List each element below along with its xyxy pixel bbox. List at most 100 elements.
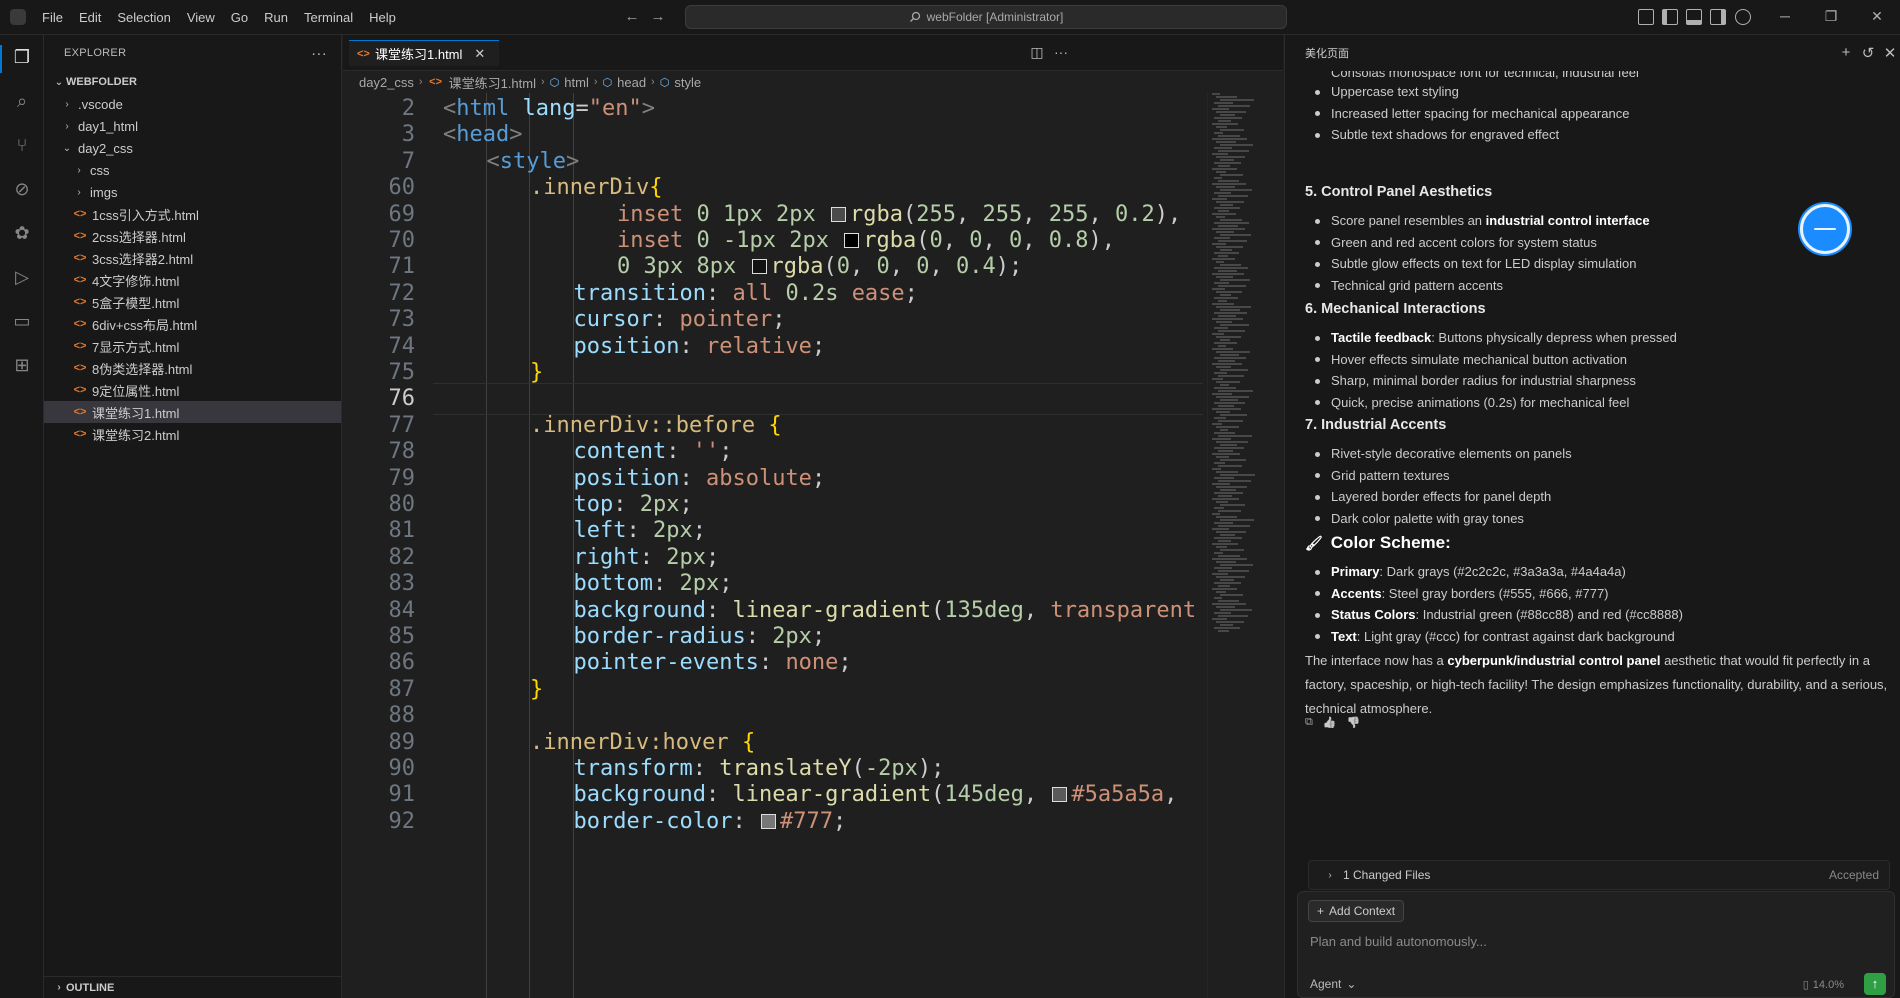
app-logo: [10, 9, 26, 25]
source-control-icon[interactable]: ⑂: [10, 133, 34, 157]
tree-file[interactable]: <> 1css引入方式.html: [44, 203, 341, 225]
explorer-icon[interactable]: ❐: [10, 45, 34, 69]
minimap-line: [1214, 132, 1223, 134]
toggle-secondary-sidebar-icon[interactable]: [1710, 9, 1726, 25]
minimap-line: [1216, 486, 1247, 488]
breadcrumb-item[interactable]: html: [564, 75, 589, 90]
minimap-line: [1220, 219, 1242, 221]
tree-folder[interactable]: › imgs: [44, 181, 341, 203]
tab-active-file[interactable]: <> 课堂练习1.html ✕: [349, 40, 499, 66]
add-context-button[interactable]: + Add Context: [1308, 900, 1405, 922]
minimap-line: [1220, 609, 1252, 611]
run-icon[interactable]: ⊘: [10, 177, 34, 201]
command-center[interactable]: webFolder [Administrator]: [685, 5, 1287, 29]
new-chat-icon[interactable]: +: [1837, 44, 1855, 61]
bullet-list: Rivet-style decorative elements on panel…: [1305, 443, 1891, 529]
tree-folder[interactable]: › css: [44, 159, 341, 181]
tree-file[interactable]: <> 4文字修饰.html: [44, 269, 341, 291]
breadcrumb-item[interactable]: head: [617, 75, 646, 90]
breadcrumb-item[interactable]: style: [674, 75, 701, 90]
minimap-line: [1214, 402, 1245, 404]
history-icon[interactable]: ↺: [1859, 44, 1877, 62]
minimap-line: [1216, 96, 1237, 98]
chevron-right-icon: ›: [1328, 869, 1332, 881]
list-item: Subtle text shadows for engraved effect: [1305, 124, 1891, 146]
send-button[interactable]: ↑: [1864, 973, 1886, 995]
menu-edit[interactable]: Edit: [71, 0, 109, 35]
forward-arrow-icon[interactable]: →: [648, 7, 668, 27]
minimap-line: [1220, 249, 1232, 251]
thumbs-up-icon[interactable]: 👍: [1323, 716, 1337, 729]
split-editor-icon[interactable]: ◫: [1028, 44, 1046, 61]
tree-file[interactable]: <> 8伪类选择器.html: [44, 357, 341, 379]
breadcrumb-item[interactable]: day2_css: [359, 75, 414, 90]
extensions-hub-icon[interactable]: ✿: [10, 221, 34, 245]
search-icon[interactable]: ⌕: [10, 89, 34, 113]
minimap-line: [1220, 279, 1250, 281]
menu-go[interactable]: Go: [223, 0, 256, 35]
minimap-line: [1216, 576, 1245, 578]
minimap[interactable]: [1207, 93, 1271, 998]
minimap-line: [1214, 387, 1236, 389]
toggle-sidebar-icon[interactable]: [1662, 9, 1678, 25]
outline-section[interactable]: › OUTLINE: [44, 976, 342, 998]
changed-files-summary[interactable]: › 1 Changed Files Accepted: [1308, 860, 1890, 890]
run-debug-icon[interactable]: ▷: [10, 265, 34, 289]
tree-item-label: css: [90, 162, 110, 178]
remote-explorer-icon[interactable]: ▭: [10, 309, 34, 333]
more-actions-icon[interactable]: ···: [311, 45, 327, 62]
menu-terminal[interactable]: Terminal: [296, 0, 361, 35]
more-actions-icon[interactable]: ···: [1052, 44, 1070, 60]
tree-file[interactable]: <> 2css选择器.html: [44, 225, 341, 247]
close-window-button[interactable]: ✕: [1854, 0, 1900, 35]
minimap-line: [1212, 453, 1240, 455]
tree-folder[interactable]: › day1_html: [44, 115, 341, 137]
minimap-line: [1216, 141, 1236, 143]
menu-run[interactable]: Run: [256, 0, 296, 35]
truncated-list-item: Consolas monospace font for technical, i…: [1331, 71, 1639, 80]
tree-file[interactable]: <> 6div+css布局.html: [44, 313, 341, 335]
minimap-line: [1214, 477, 1234, 479]
tab-label: 课堂练习1.html: [375, 47, 463, 62]
workspace-folder[interactable]: ⌄ WEBFOLDER: [44, 71, 341, 93]
minimap-line: [1212, 543, 1238, 545]
code-editor[interactable]: 2 <html lang="en"> 3 <head> 7 <style> 60 .inner…: [343, 93, 1203, 998]
thumbs-down-icon[interactable]: 👎: [1347, 716, 1361, 729]
tree-file[interactable]: <> 7显示方式.html: [44, 335, 341, 357]
copy-icon[interactable]: ⧉: [1305, 716, 1313, 729]
toggle-panel-icon[interactable]: [1686, 9, 1702, 25]
minimap-line: [1216, 276, 1233, 278]
menu-view[interactable]: View: [179, 0, 223, 35]
chat-input[interactable]: [1310, 929, 1870, 953]
extensions-icon[interactable]: ⊞: [10, 353, 34, 377]
chat-title: 美化页面: [1305, 48, 1349, 60]
tree-file[interactable]: <> 课堂练习1.html: [44, 401, 341, 423]
minimap-line: [1216, 516, 1237, 518]
minimap-line: [1218, 225, 1238, 227]
tree-file[interactable]: <> 9定位属性.html: [44, 379, 341, 401]
minimap-line: [1212, 393, 1232, 395]
close-icon[interactable]: ✕: [1881, 44, 1899, 62]
account-icon[interactable]: [1735, 9, 1751, 25]
floating-assistant-button[interactable]: [1800, 204, 1850, 254]
tree-file[interactable]: <> 5盒子模型.html: [44, 291, 341, 313]
minimap-line: [1218, 555, 1240, 557]
tree-folder[interactable]: › .vscode: [44, 93, 341, 115]
restore-button[interactable]: ❐: [1808, 0, 1854, 35]
back-arrow-icon[interactable]: ←: [622, 7, 642, 27]
tree-folder[interactable]: ⌄ day2_css: [44, 137, 341, 159]
tree-file[interactable]: <> 课堂练习2.html: [44, 423, 341, 445]
minimap-line: [1214, 162, 1241, 164]
minimap-line: [1212, 243, 1226, 245]
menu-help[interactable]: Help: [361, 0, 404, 35]
mode-select[interactable]: Agent ⌄: [1310, 977, 1356, 991]
menu-selection[interactable]: Selection: [109, 0, 178, 35]
close-icon[interactable]: ✕: [474, 46, 485, 62]
menu-file[interactable]: File: [34, 0, 71, 35]
minimize-button[interactable]: ─: [1762, 0, 1808, 35]
customize-layout-icon[interactable]: [1638, 9, 1654, 25]
tree-file[interactable]: <> 3css选择器2.html: [44, 247, 341, 269]
minimap-line: [1218, 315, 1236, 317]
item-text: Technical grid pattern accents: [1331, 277, 1503, 293]
breadcrumb-item[interactable]: 课堂练习1.html: [449, 73, 536, 92]
